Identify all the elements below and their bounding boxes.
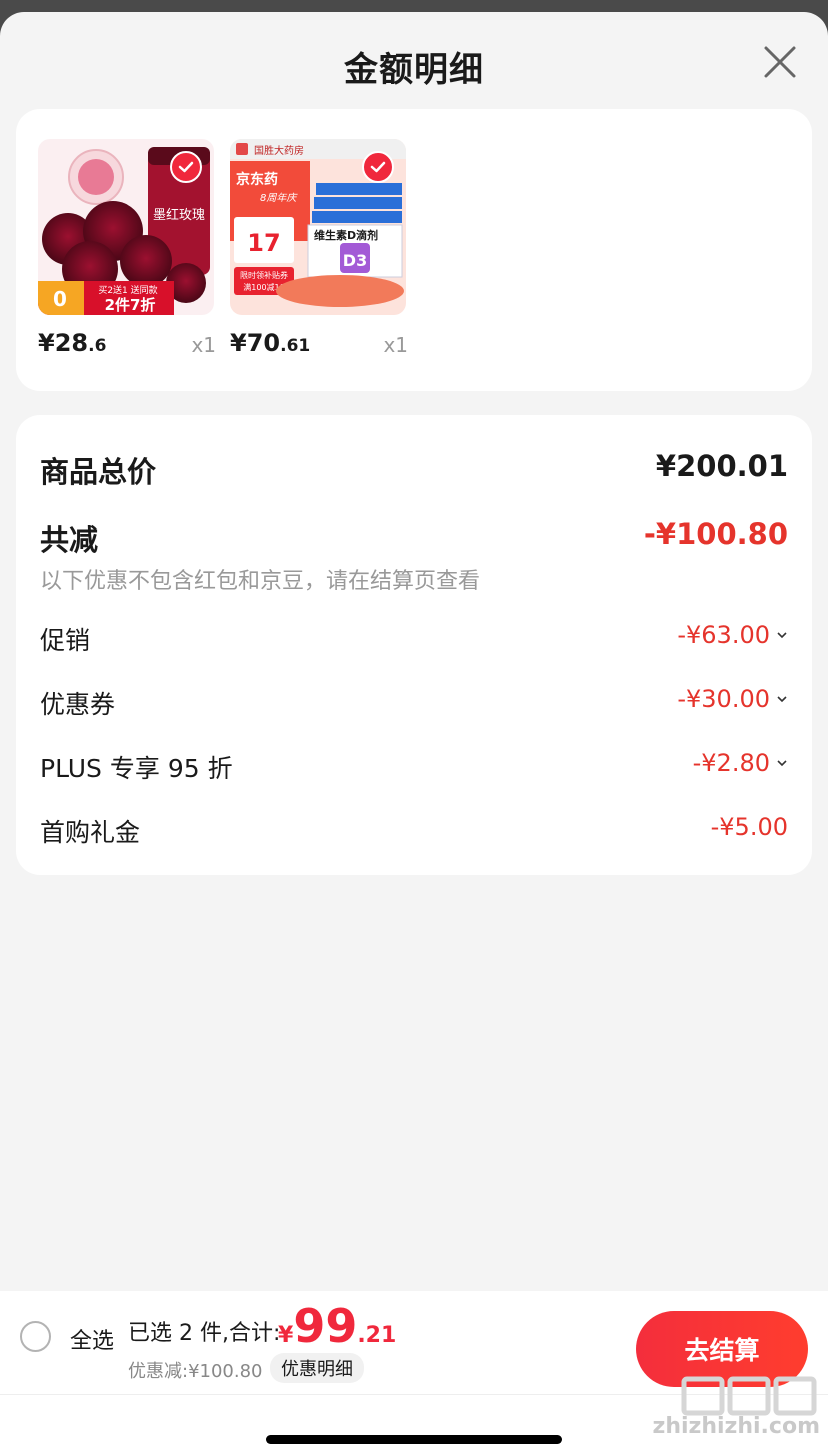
product-price-row: ¥28.6 x1: [38, 329, 216, 361]
chevron-down-icon: [777, 760, 787, 767]
product-price: ¥28.6: [38, 329, 107, 357]
discount-label: 优惠券: [40, 690, 116, 719]
svg-text:0: 0: [53, 287, 67, 311]
discount-value: -¥5.00: [710, 813, 788, 841]
badge-number: 17: [247, 229, 280, 257]
promo-small-text: 买2送1 送同款: [98, 284, 157, 296]
total-amount: ¥99.21: [278, 1299, 397, 1353]
discount-detail-button[interactable]: 优惠明细: [270, 1353, 364, 1383]
discount-row-plus[interactable]: PLUS 专享 95 折 -¥2.80: [40, 749, 788, 789]
selected-count-text: 已选 2 件,合计:: [128, 1321, 281, 1346]
total-price-label: 商品总价: [40, 455, 157, 489]
selected-check-icon[interactable]: [170, 151, 202, 183]
select-all-checkbox[interactable]: [20, 1321, 51, 1352]
chevron-down-icon: [777, 696, 787, 703]
discount-value: -¥2.80: [693, 749, 788, 777]
store-brand: 国胜大药房: [254, 144, 304, 157]
product-quantity: x1: [191, 333, 216, 357]
discount-value: -¥30.00: [677, 685, 788, 713]
promo-text: 2件7折: [105, 296, 156, 314]
total-reduce-label: 共减: [40, 523, 99, 557]
discount-note: 以下优惠不包含红包和京豆，请在结算页查看: [40, 569, 481, 594]
product-price: ¥70.61: [230, 329, 311, 357]
banner-text: 京东药: [236, 171, 278, 188]
products-card: 墨红玫瑰 0 买2送1 送同款 2件7折 ¥28.6 x1 国胜大药房 京东药 …: [16, 109, 812, 391]
selected-check-icon[interactable]: [362, 151, 394, 183]
close-icon[interactable]: [762, 44, 798, 80]
coupon-text-1: 限时领补贴券: [240, 270, 288, 280]
discount-row-promotion[interactable]: 促销 -¥63.00: [40, 621, 788, 661]
watermark-text: zhizhizhi.com: [652, 1414, 820, 1439]
product-quantity: x1: [383, 333, 408, 357]
sheet-title: 金额明细: [344, 50, 484, 90]
product-item-rose-tea[interactable]: 墨红玫瑰 0 买2送1 送同款 2件7折 ¥28.6 x1: [38, 139, 216, 357]
discount-label: 首购礼金: [40, 818, 141, 847]
product-image: 墨红玫瑰 0 买2送1 送同款 2件7折: [38, 139, 214, 315]
total-reduce-value: -¥100.80: [643, 517, 788, 551]
banner-text-2: 8周年庆: [260, 192, 298, 204]
chevron-down-icon: [777, 632, 787, 639]
box-label-text: 维生素D滴剂: [314, 228, 378, 242]
total-reduce-row: 共减 -¥100.80: [40, 517, 788, 557]
discount-value: -¥63.00: [677, 621, 788, 649]
product-price-row: ¥70.61 x1: [230, 329, 408, 361]
discount-summary: 优惠减:¥100.80: [128, 1361, 263, 1382]
jar-label-text: 墨红玫瑰: [153, 207, 205, 223]
total-price-row: 商品总价 ¥200.01: [40, 449, 788, 489]
checkout-bar: 全选 已选 2 件,合计: ¥99.21 优惠减:¥100.80 优惠明细 去结…: [0, 1291, 828, 1449]
discount-row-coupon[interactable]: 优惠券 -¥30.00: [40, 685, 788, 725]
discount-label: 促销: [40, 626, 91, 655]
amount-detail-sheet: 金额明细 墨红玫瑰 0 买2送1 送同款 2件7折 ¥28.6 x1 国胜大药房…: [0, 12, 828, 1449]
d3-text: D3: [343, 251, 367, 270]
product-image: 国胜大药房 京东药 8周年庆 17 限时领补贴券 满100减10 维生素D滴剂 …: [230, 139, 406, 315]
product-item-vitamin-d[interactable]: 国胜大药房 京东药 8周年庆 17 限时领补贴券 满100减10 维生素D滴剂 …: [230, 139, 408, 357]
discount-row-first-purchase: 首购礼金 -¥5.00: [40, 813, 788, 853]
discount-label: PLUS 专享 95 折: [40, 754, 233, 783]
total-price-value: ¥200.01: [655, 449, 788, 483]
select-all-label[interactable]: 全选: [70, 1323, 114, 1355]
price-summary-card: 商品总价 ¥200.01 共减 -¥100.80 以下优惠不包含红包和京豆，请在…: [16, 415, 812, 875]
home-indicator: [266, 1435, 562, 1444]
